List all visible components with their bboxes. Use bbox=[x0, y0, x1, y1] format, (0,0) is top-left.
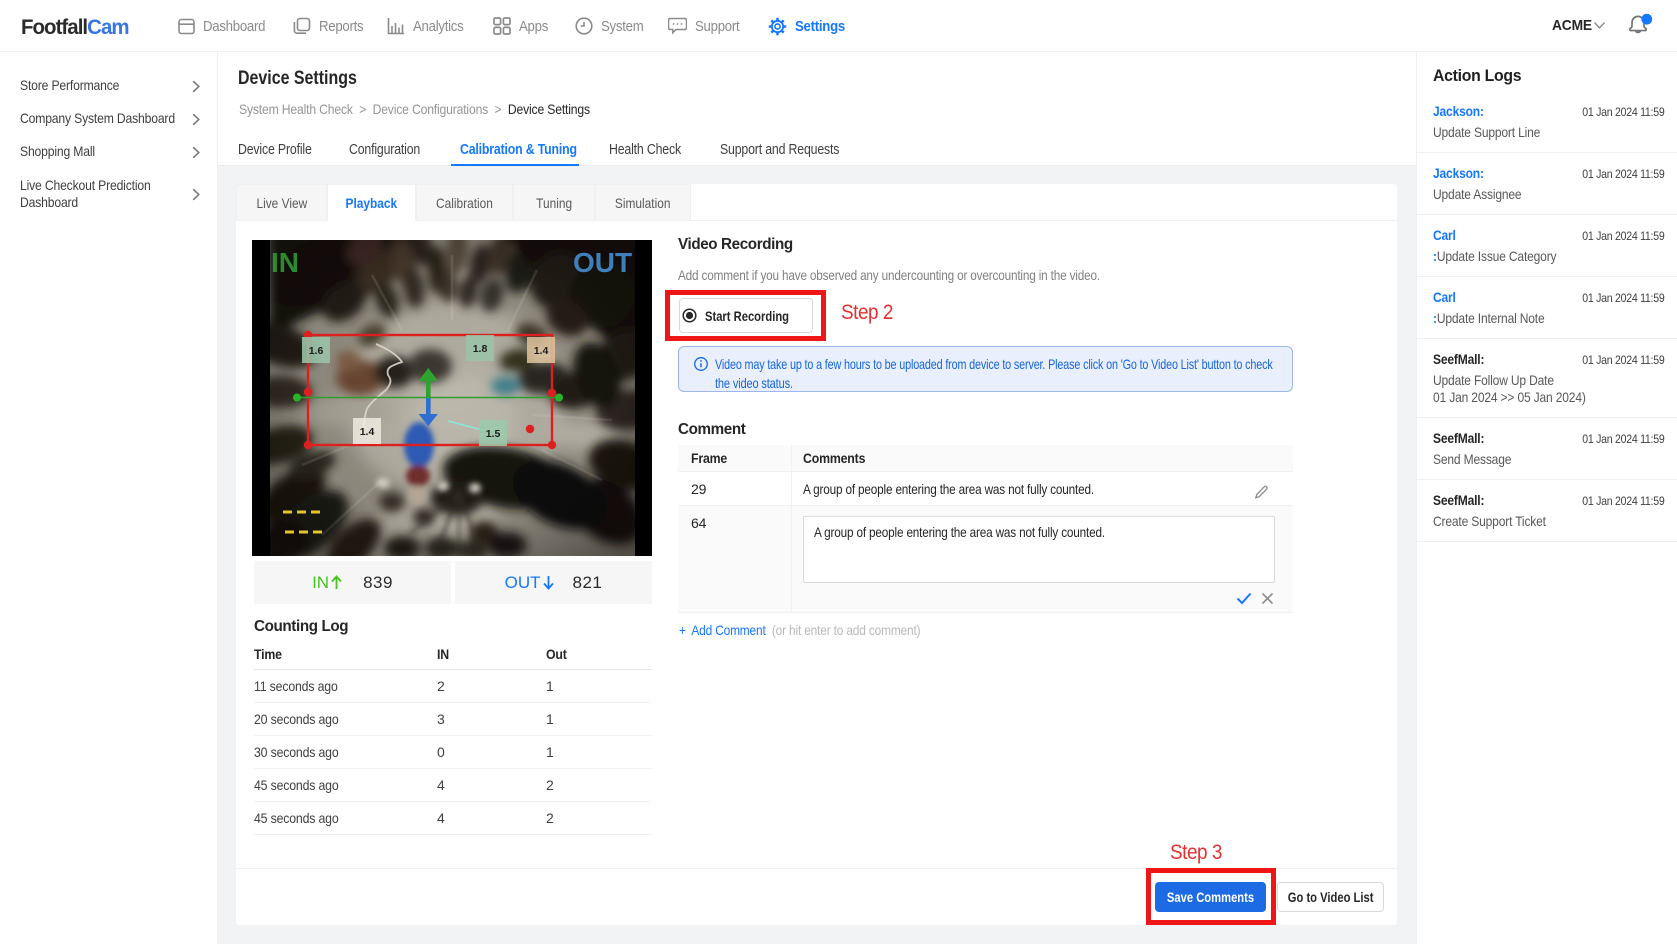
svg-text:1.5: 1.5 bbox=[486, 428, 501, 440]
svg-text:1.6: 1.6 bbox=[309, 345, 324, 357]
svg-text:1.8: 1.8 bbox=[473, 343, 488, 355]
svg-text:1.4: 1.4 bbox=[534, 345, 549, 357]
svg-text:OUT: OUT bbox=[573, 247, 632, 278]
svg-text:1.4: 1.4 bbox=[360, 426, 375, 438]
svg-text:IN: IN bbox=[271, 247, 299, 278]
